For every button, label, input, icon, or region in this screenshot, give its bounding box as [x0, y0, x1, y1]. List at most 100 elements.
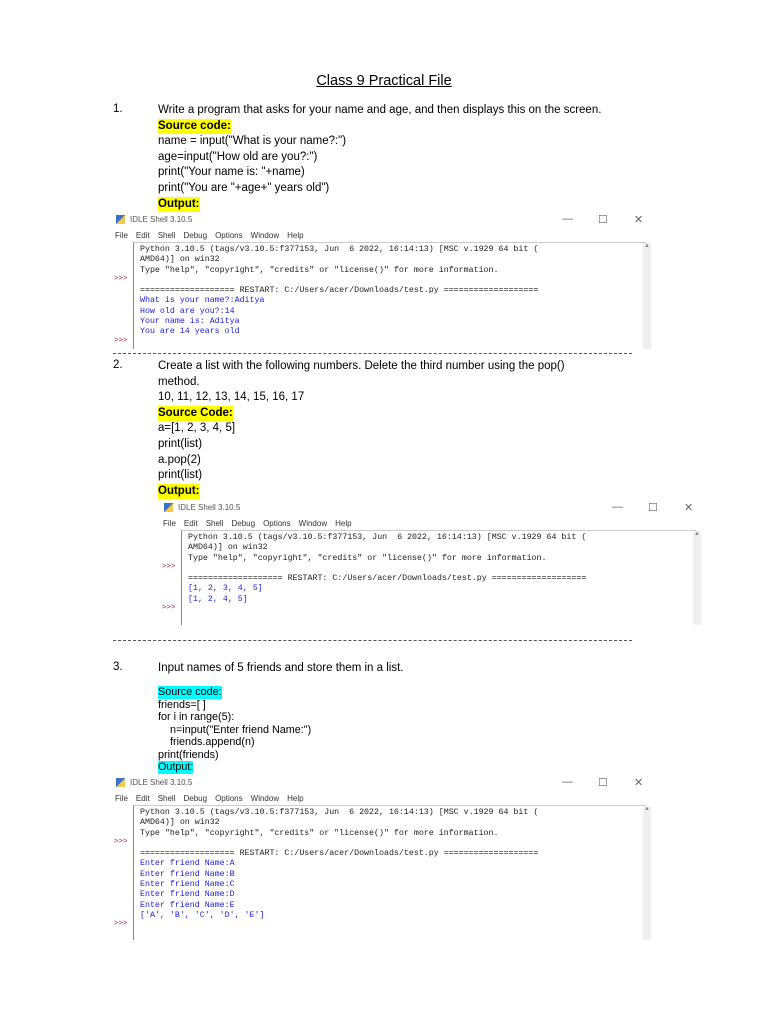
window-title: IDLE Shell 3.10.5	[130, 778, 193, 787]
shell-output-line: Enter friend Name:A	[140, 859, 235, 869]
shell-prompt: >>>	[114, 336, 128, 345]
code-line: friends.append(n)	[158, 736, 255, 748]
code-line: n=input("Enter friend Name:")	[158, 723, 312, 736]
menu-help[interactable]: Help	[287, 794, 303, 803]
menu-help[interactable]: Help	[287, 231, 303, 240]
shell-output-line: [1, 2, 4, 5]	[188, 594, 248, 604]
close-button[interactable]: ✕	[634, 213, 643, 226]
shell-text: Python 3.10.5 (tags/v3.10.5:f377153, Jun…	[140, 808, 538, 921]
output-label: Output:	[158, 761, 194, 774]
shell-output-pane[interactable]: Python 3.10.5 (tags/v3.10.5:f377153, Jun…	[133, 805, 651, 940]
menu-bar: File Edit Shell Debug Options Window Help	[115, 231, 312, 240]
title-bar: IDLE Shell 3.10.5 — ☐ ✕	[160, 500, 702, 516]
minimize-button[interactable]: —	[562, 776, 573, 788]
shell-prompt: >>>	[162, 562, 176, 571]
menu-edit[interactable]: Edit	[184, 519, 198, 528]
idle-app-icon	[116, 215, 125, 224]
shell-output-line: You are 14 years old	[140, 327, 240, 337]
title-bar: IDLE Shell 3.10.5 — ☐ ✕	[112, 775, 652, 791]
minimize-button[interactable]: —	[562, 213, 573, 225]
menu-edit[interactable]: Edit	[136, 231, 150, 240]
menu-window[interactable]: Window	[251, 231, 279, 240]
code-line: name = input("What is your name?:")	[158, 135, 347, 148]
menu-debug[interactable]: Debug	[183, 794, 207, 803]
shell-output-pane[interactable]: Python 3.10.5 (tags/v3.10.5:f377153, Jun…	[181, 530, 701, 625]
question-text: Input names of 5 friends and store them …	[158, 662, 404, 674]
shell-header-line: AMD64)] on win32	[140, 255, 220, 265]
output-label: Output:	[158, 196, 200, 213]
menu-window[interactable]: Window	[299, 519, 327, 528]
close-button[interactable]: ✕	[684, 501, 693, 514]
question-text: Create a list with the following numbers…	[158, 360, 565, 372]
shell-prompt: >>>	[162, 604, 176, 613]
menu-bar: File Edit Shell Debug Options Window Help	[163, 519, 360, 528]
code-line: print(list)	[158, 438, 203, 450]
question-text: 10, 11, 12, 13, 14, 15, 16, 17	[158, 391, 305, 404]
maximize-button[interactable]: ☐	[648, 501, 658, 514]
shell-header-line: Python 3.10.5 (tags/v3.10.5:f377153, Jun…	[140, 808, 539, 817]
shell-output-line: ['A', 'B', 'C', 'D', 'E']	[140, 910, 265, 920]
page-title: Class 9 Practical File	[316, 73, 452, 89]
restart-line: =================== RESTART: C:/Users/ac…	[140, 286, 539, 296]
code-line: print(list)	[158, 469, 203, 482]
menu-debug[interactable]: Debug	[231, 519, 255, 528]
shell-header-line: Python 3.10.5 (tags/v3.10.5:f377153, Jun…	[140, 245, 539, 254]
menu-file[interactable]: File	[163, 519, 176, 528]
code-line: a=[1, 2, 3, 4, 5]	[158, 422, 236, 435]
source-code-label: Source code:	[158, 686, 222, 699]
minimize-button[interactable]: —	[612, 501, 623, 513]
shell-output-line: What is your name?:Aditya	[140, 296, 265, 306]
menu-options[interactable]: Options	[215, 231, 243, 240]
maximize-button[interactable]: ☐	[598, 213, 608, 226]
restart-line: =================== RESTART: C:/Users/ac…	[140, 849, 539, 859]
menu-shell[interactable]: Shell	[206, 519, 224, 528]
code-line: age=input("How old are you?:")	[158, 150, 318, 163]
shell-output-line: [1, 2, 3, 4, 5]	[188, 584, 263, 594]
item-number: 2.	[113, 359, 123, 371]
scrollbar[interactable]: ▲	[693, 531, 701, 625]
window-title: IDLE Shell 3.10.5	[178, 503, 241, 512]
menu-options[interactable]: Options	[263, 519, 291, 528]
shell-text: Python 3.10.5 (tags/v3.10.5:f377153, Jun…	[188, 533, 586, 605]
separator-line	[113, 353, 632, 354]
menu-window[interactable]: Window	[251, 794, 279, 803]
shell-header-line: Type "help", "copyright", "credits" or "…	[140, 828, 499, 838]
scrollbar[interactable]: ▲	[643, 806, 651, 940]
shell-output-pane[interactable]: Python 3.10.5 (tags/v3.10.5:f377153, Jun…	[133, 242, 651, 349]
shell-text: Python 3.10.5 (tags/v3.10.5:f377153, Jun…	[140, 245, 538, 338]
shell-header-line: Type "help", "copyright", "credits" or "…	[188, 553, 547, 563]
shell-output-line: Enter friend Name:E	[140, 900, 235, 910]
close-button[interactable]: ✕	[634, 776, 643, 789]
maximize-button[interactable]: ☐	[598, 776, 608, 789]
menu-help[interactable]: Help	[335, 519, 351, 528]
shell-header-line: Type "help", "copyright", "credits" or "…	[140, 265, 499, 275]
shell-output-line: Enter friend Name:B	[140, 869, 235, 879]
menu-edit[interactable]: Edit	[136, 794, 150, 803]
menu-file[interactable]: File	[115, 231, 128, 240]
shell-header-line: AMD64)] on win32	[188, 543, 268, 553]
menu-shell[interactable]: Shell	[158, 231, 176, 240]
menu-debug[interactable]: Debug	[183, 231, 207, 240]
shell-output-line: How old are you?:14	[140, 306, 235, 316]
item-number: 3.	[113, 661, 123, 673]
scrollbar[interactable]: ▲	[643, 243, 651, 349]
code-line: print("Your name is: "+name)	[158, 166, 305, 179]
menu-shell[interactable]: Shell	[158, 794, 176, 803]
shell-header-line: AMD64)] on win32	[140, 818, 220, 828]
shell-header-line: Python 3.10.5 (tags/v3.10.5:f377153, Jun…	[188, 533, 587, 542]
source-code-label: Source Code:	[158, 405, 233, 422]
idle-app-icon	[164, 503, 173, 512]
code-line: for i in range(5):	[158, 711, 235, 723]
menu-options[interactable]: Options	[215, 794, 243, 803]
title-bar: IDLE Shell 3.10.5 — ☐ ✕	[112, 212, 652, 228]
menu-file[interactable]: File	[115, 794, 128, 803]
shell-prompt: >>>	[114, 837, 128, 846]
item-number: 1.	[113, 103, 123, 115]
shell-prompt: >>>	[114, 920, 128, 929]
source-code-label: Source code:	[158, 118, 231, 135]
code-line: a.pop(2)	[158, 453, 201, 466]
separator-line	[113, 640, 632, 641]
